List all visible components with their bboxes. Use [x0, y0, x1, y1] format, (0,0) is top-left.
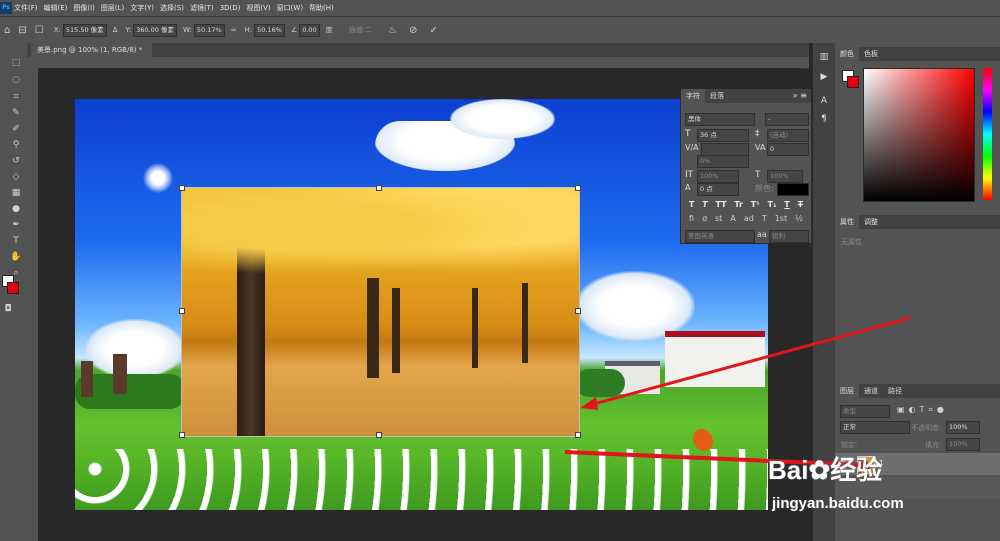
watermark-brand-right: 经验	[830, 455, 883, 485]
watermark-url: jingyan.baidu.com	[772, 495, 904, 512]
red-arrow	[589, 316, 911, 407]
watermark-brand-left: Bai	[768, 455, 809, 485]
paw-icon: ✿	[808, 455, 831, 485]
baidu-watermark-logo: Bai✿经验	[768, 450, 882, 487]
red-arrowhead	[580, 397, 598, 410]
